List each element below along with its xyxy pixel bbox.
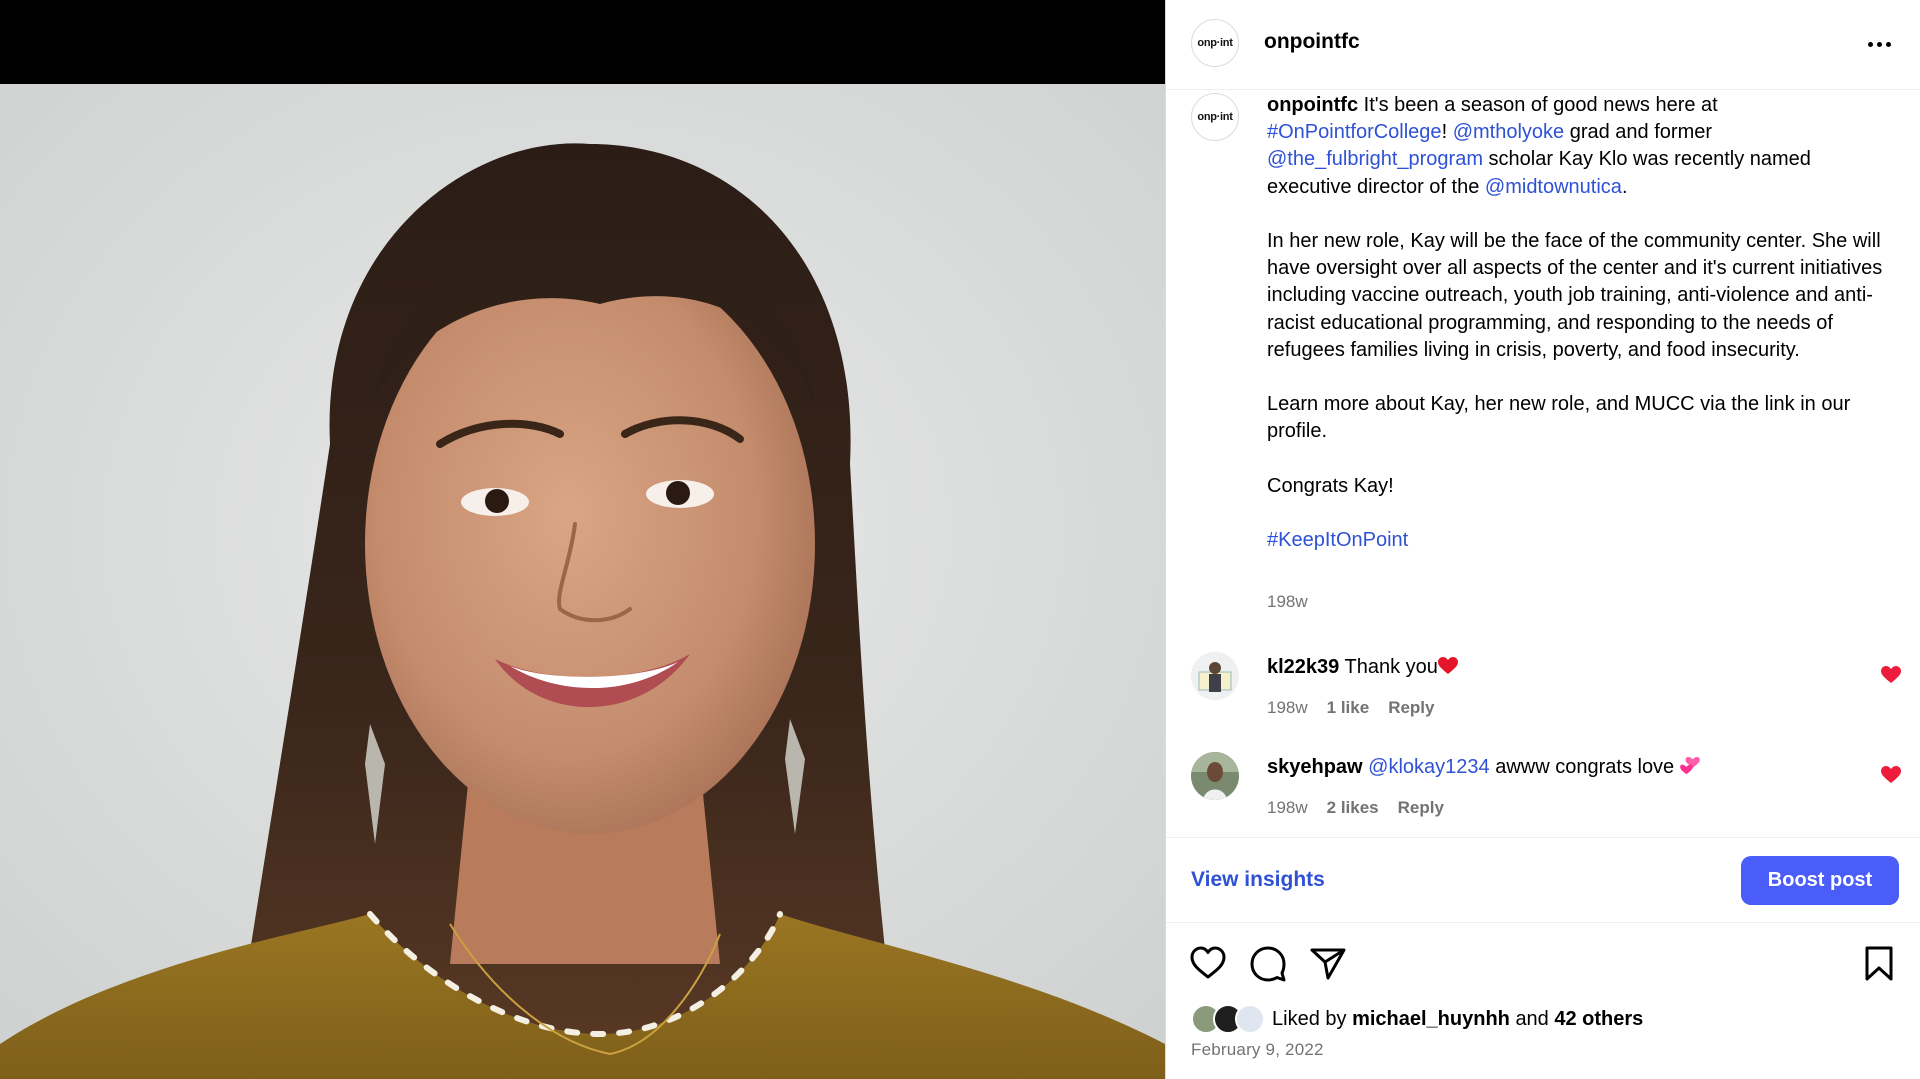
post-date: February 9, 2022 <box>1191 1040 1324 1059</box>
comment-age[interactable]: 198w <box>1267 798 1308 818</box>
period: . <box>1621 175 1628 198</box>
liked-heart-icon[interactable] <box>1881 766 1901 784</box>
caption-paragraph: In her new role, Kay will be the face of… <box>1267 230 1883 361</box>
caption-avatar[interactable]: onp·int <box>1191 93 1239 141</box>
bookmark-icon[interactable] <box>1859 943 1899 983</box>
share-icon[interactable] <box>1308 943 1348 983</box>
author-username[interactable]: onpointfc <box>1264 30 1360 54</box>
mention-link[interactable]: @the_fulbright_program <box>1267 148 1483 170</box>
heart-icon[interactable] <box>1188 943 1228 983</box>
hashtag-link[interactable]: #KeepItOnPoint <box>1267 529 1408 551</box>
instagram-post-view: onp·int onpointfc onp·int onpointfc It's… <box>0 0 1920 1079</box>
liked-heart-icon[interactable] <box>1881 666 1901 684</box>
caption-text-fragment: grad and former <box>1569 121 1713 144</box>
more-horizontal-icon[interactable] <box>1863 31 1895 57</box>
likes-and: and <box>1515 1007 1549 1030</box>
caption-text: onpointfc It's been a season of good new… <box>1267 92 1897 554</box>
comment-body: awww congrats love <box>1495 756 1675 778</box>
commenter-avatar[interactable] <box>1191 752 1239 800</box>
comment-text: kl22k39 Thank you <box>1267 654 1458 681</box>
comment: kl22k39 Thank you 198w 1 like Reply <box>1166 652 1920 742</box>
comment-username[interactable]: skyehpaw <box>1267 756 1363 778</box>
view-insights-link[interactable]: View insights <box>1191 868 1325 892</box>
author-avatar[interactable]: onp·int <box>1191 19 1239 67</box>
post-details-panel: onp·int onpointfc onp·int onpointfc It's… <box>1165 0 1920 1079</box>
comment-likes[interactable]: 2 likes <box>1327 798 1379 818</box>
likes-summary: Liked by michael_huynhh and 42 others <box>1191 1004 1643 1034</box>
red-heart-emoji-icon <box>1437 657 1458 674</box>
post-actions <box>1166 923 1920 1003</box>
comment-likes[interactable]: 1 like <box>1327 698 1370 718</box>
liker-avatars[interactable] <box>1191 1004 1269 1034</box>
comment-body: Thank you <box>1344 656 1438 678</box>
insights-bar: View insights Boost post <box>1166 837 1920 923</box>
caption-paragraph: Congrats Kay! <box>1267 474 1394 497</box>
caption-intro: It's been a season of good news here at <box>1363 94 1718 116</box>
caption-timestamp[interactable]: 198w <box>1267 592 1308 612</box>
boost-post-button[interactable]: Boost post <box>1741 856 1899 905</box>
likes-prefix: Liked by <box>1272 1007 1347 1030</box>
post-header: onp·int onpointfc <box>1166 0 1920 90</box>
likes-text: Liked by michael_huynhh and 42 others <box>1272 1008 1643 1031</box>
comment-meta: 198w 1 like Reply <box>1267 698 1434 718</box>
caption-username[interactable]: onpointfc <box>1267 94 1358 116</box>
exclamation: ! <box>1441 121 1448 144</box>
caption-paragraph: Learn more about Kay, her new role, and … <box>1267 393 1851 443</box>
hashtag-link[interactable]: #OnPointforCollege <box>1267 121 1442 143</box>
post-photo[interactable] <box>0 84 1165 1079</box>
avatar-logo-text: onp·int <box>1197 37 1233 49</box>
portrait-illustration <box>0 84 1165 1079</box>
comment-age[interactable]: 198w <box>1267 698 1308 718</box>
comment-username[interactable]: kl22k39 <box>1267 656 1339 678</box>
comment: skyehpaw @klokay1234 awww congrats love … <box>1166 752 1920 837</box>
commenter-avatar[interactable] <box>1191 652 1239 700</box>
mention-link[interactable]: @mtholyoke <box>1453 121 1564 143</box>
liker-username[interactable]: michael_huynhh <box>1352 1008 1510 1030</box>
reply-button[interactable]: Reply <box>1398 798 1444 818</box>
reply-button[interactable]: Reply <box>1388 698 1434 718</box>
likes-others[interactable]: 42 others <box>1554 1008 1643 1030</box>
liker-avatar[interactable] <box>1235 1004 1265 1034</box>
two-hearts-emoji-icon <box>1679 757 1700 775</box>
comment-text: skyehpaw @klokay1234 awww congrats love <box>1267 754 1700 781</box>
mention-link[interactable]: @midtownutica <box>1485 176 1622 198</box>
post-media[interactable] <box>0 0 1165 1079</box>
avatar-logo-text: onp·int <box>1197 111 1233 123</box>
comment-icon[interactable] <box>1248 943 1288 983</box>
comments-scroll-area[interactable]: onp·int onpointfc It's been a season of … <box>1166 90 1920 837</box>
mention-link[interactable]: @klokay1234 <box>1368 756 1489 778</box>
comment-meta: 198w 2 likes Reply <box>1267 798 1444 818</box>
